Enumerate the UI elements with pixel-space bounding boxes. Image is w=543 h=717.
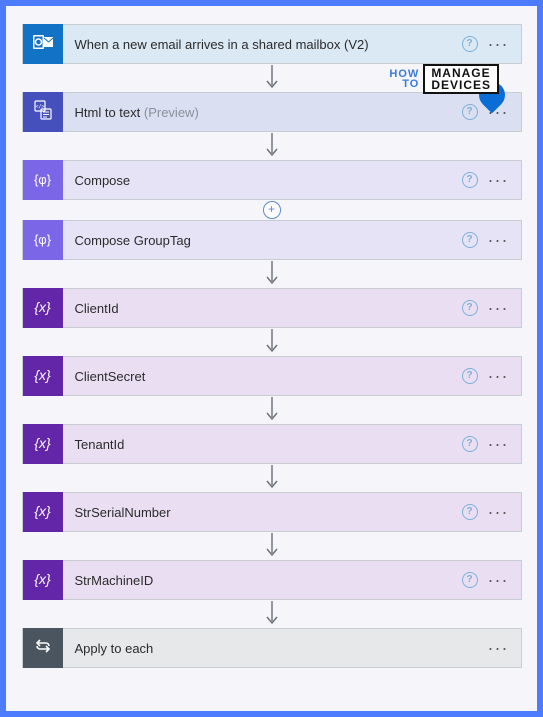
step-label: TenantId <box>63 437 462 452</box>
help-icon[interactable]: ? <box>462 36 478 52</box>
more-menu-icon[interactable]: ··· <box>488 576 509 584</box>
flow-step[interactable]: Apply to each ··· <box>22 628 522 668</box>
step-label-text: When a new email arrives in a shared mai… <box>75 37 369 52</box>
connector-arrow <box>265 260 279 288</box>
step-actions: ? ··· <box>462 436 521 452</box>
step-actions: ? ··· <box>462 300 521 316</box>
step-icon-box <box>23 288 63 328</box>
step-preview-text: (Preview) <box>144 105 199 120</box>
flow-step[interactable]: ClientId? ··· <box>22 288 522 328</box>
flow-step[interactable]: TenantId? ··· <box>22 424 522 464</box>
flow-step[interactable]: When a new email arrives in a shared mai… <box>22 24 522 64</box>
step-icon-box: </> <box>23 92 63 132</box>
step-label-text: Compose <box>75 173 131 188</box>
step-label: ClientSecret <box>63 369 462 384</box>
step-icon-box <box>23 356 63 396</box>
more-menu-icon[interactable]: ··· <box>488 644 509 652</box>
add-step-zone: + <box>16 200 527 220</box>
flow-canvas: HOW TO MANAGE DEVICES When a new email a… <box>0 0 543 717</box>
connector-arrow <box>265 396 279 424</box>
step-actions: ? ··· <box>462 232 521 248</box>
add-step-button[interactable]: + <box>263 201 281 219</box>
step-icon-box <box>23 560 63 600</box>
outlook-icon <box>32 31 54 58</box>
more-menu-icon[interactable]: ··· <box>488 508 509 516</box>
step-label: When a new email arrives in a shared mai… <box>63 37 462 52</box>
flow-step[interactable]: Compose GroupTag? ··· <box>22 220 522 260</box>
step-label-text: StrMachineID <box>75 573 154 588</box>
help-icon[interactable]: ? <box>462 172 478 188</box>
help-icon[interactable]: ? <box>462 104 478 120</box>
connector-arrow <box>265 464 279 492</box>
more-menu-icon[interactable]: ··· <box>488 236 509 244</box>
help-icon[interactable]: ? <box>462 504 478 520</box>
step-label-text: Apply to each <box>75 641 154 656</box>
step-label: Html to text (Preview) <box>63 105 462 120</box>
flow-container: When a new email arrives in a shared mai… <box>16 24 527 668</box>
html-to-text-icon: </> <box>32 99 54 126</box>
variable-icon <box>34 503 50 521</box>
flow-step[interactable]: StrSerialNumber? ··· <box>22 492 522 532</box>
wm-devices: DEVICES <box>431 79 491 91</box>
compose-icon <box>34 171 51 189</box>
step-label-text: TenantId <box>75 437 125 452</box>
watermark: HOW TO MANAGE DEVICES <box>389 64 499 94</box>
help-icon[interactable]: ? <box>462 368 478 384</box>
step-label-text: StrSerialNumber <box>75 505 171 520</box>
step-label: Compose GroupTag <box>63 233 462 248</box>
step-actions: ··· <box>488 644 521 652</box>
step-icon-box <box>23 424 63 464</box>
step-label-text: ClientSecret <box>75 369 146 384</box>
step-label: Compose <box>63 173 462 188</box>
step-actions: ? ··· <box>462 572 521 588</box>
connector-arrow <box>265 532 279 560</box>
step-icon-box <box>23 628 63 668</box>
more-menu-icon[interactable]: ··· <box>488 176 509 184</box>
step-label: StrMachineID <box>63 573 462 588</box>
help-icon[interactable]: ? <box>462 572 478 588</box>
apply-to-each-icon <box>33 636 53 661</box>
variable-icon <box>34 367 50 385</box>
variable-icon <box>34 435 50 453</box>
more-menu-icon[interactable]: ··· <box>488 40 509 48</box>
flow-step[interactable]: StrMachineID? ··· <box>22 560 522 600</box>
step-actions: ? ··· <box>462 36 521 52</box>
connector-arrow <box>265 64 279 92</box>
step-actions: ? ··· <box>462 172 521 188</box>
connector-arrow <box>265 600 279 628</box>
step-label: Apply to each <box>63 641 488 656</box>
more-menu-icon[interactable]: ··· <box>488 304 509 312</box>
connector-arrow <box>265 328 279 356</box>
variable-icon <box>34 571 50 589</box>
help-icon[interactable]: ? <box>462 232 478 248</box>
step-label-text: Html to text <box>75 105 141 120</box>
step-label-text: Compose GroupTag <box>75 233 191 248</box>
more-menu-icon[interactable]: ··· <box>488 440 509 448</box>
variable-icon <box>34 299 50 317</box>
step-label-text: ClientId <box>75 301 119 316</box>
help-icon[interactable]: ? <box>462 300 478 316</box>
flow-step[interactable]: Compose? ··· <box>22 160 522 200</box>
step-icon-box <box>23 24 63 64</box>
compose-icon <box>34 231 51 249</box>
wm-to: TO <box>389 79 419 89</box>
step-actions: ? ··· <box>462 368 521 384</box>
help-icon[interactable]: ? <box>462 436 478 452</box>
flow-step[interactable]: ClientSecret? ··· <box>22 356 522 396</box>
step-label: StrSerialNumber <box>63 505 462 520</box>
connector-arrow <box>265 132 279 160</box>
step-icon-box <box>23 492 63 532</box>
step-actions: ? ··· <box>462 504 521 520</box>
more-menu-icon[interactable]: ··· <box>488 372 509 380</box>
step-icon-box <box>23 220 63 260</box>
step-label: ClientId <box>63 301 462 316</box>
step-icon-box <box>23 160 63 200</box>
flow-step[interactable]: </>Html to text (Preview)?··· <box>22 92 522 132</box>
